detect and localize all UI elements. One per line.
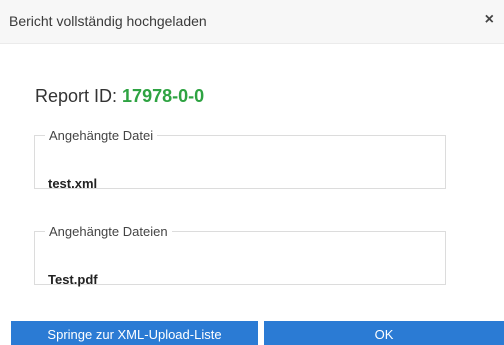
attached-files-group: Angehängte Dateien Test.pdf [34, 224, 446, 287]
upload-complete-dialog: Bericht vollständig hochgeladen × Report… [0, 0, 504, 345]
report-id-label: Report ID: [35, 86, 118, 106]
go-to-xml-upload-list-button[interactable]: Springe zur XML-Upload-Liste [11, 321, 258, 345]
close-icon[interactable]: × [485, 12, 494, 28]
dialog-header: Bericht vollständig hochgeladen × [0, 0, 504, 44]
attached-file-name: test.xml [48, 176, 98, 191]
attached-file-group: Angehängte Datei test.xml [34, 128, 446, 191]
attached-files-name: Test.pdf [48, 272, 98, 287]
report-id-heading: Report ID: 17978-0-0 [35, 86, 204, 107]
ok-button[interactable]: OK [264, 321, 504, 345]
report-id-value: 17978-0-0 [122, 86, 205, 106]
attached-files-legend: Angehängte Dateien [49, 224, 168, 239]
attached-file-legend: Angehängte Datei [49, 128, 154, 143]
dialog-title: Bericht vollständig hochgeladen [9, 13, 207, 29]
